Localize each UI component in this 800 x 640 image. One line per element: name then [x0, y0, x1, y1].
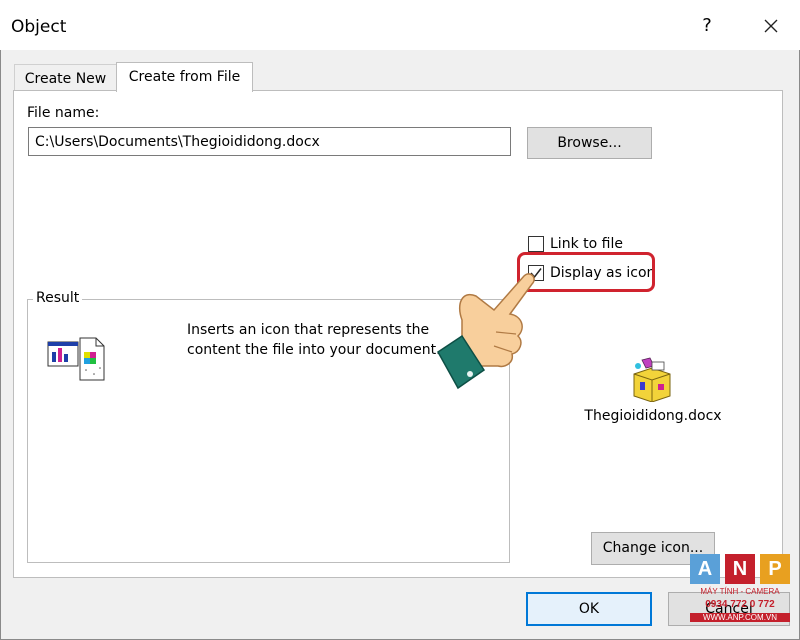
link-to-file-checkbox[interactable]	[528, 236, 544, 252]
anp-watermark-logo: A N P MÁY TÍNH - CAMERA 0934 772 0 772 W…	[690, 554, 790, 630]
pointing-hand-icon	[432, 270, 542, 404]
dialog-title: Object	[11, 17, 67, 37]
file-name-input[interactable]	[28, 127, 511, 156]
close-button[interactable]	[756, 11, 786, 41]
file-name-label: File name:	[27, 105, 100, 121]
close-icon	[764, 19, 778, 33]
link-to-file-label[interactable]: Link to file	[550, 236, 623, 252]
watermark-phone: 0934 772 0 772	[705, 599, 775, 610]
watermark-tagline: MÁY TÍNH - CAMERA	[700, 587, 780, 596]
help-button[interactable]: ?	[694, 11, 720, 41]
watermark-letter-a: A	[690, 554, 720, 584]
tab-create-from-file[interactable]: Create from File	[116, 62, 253, 92]
tab-create-new[interactable]: Create New	[14, 64, 117, 91]
watermark-site: WWW.ANP.COM.VN	[690, 613, 790, 622]
file-package-icon	[628, 356, 674, 406]
icon-filename-label: Thegioididong.docx	[584, 408, 722, 424]
ok-button[interactable]: OK	[526, 592, 652, 626]
browse-button[interactable]: Browse...	[527, 127, 652, 159]
title-bar	[0, 0, 800, 50]
watermark-letter-n: N	[725, 554, 755, 584]
result-legend: Result	[33, 290, 83, 306]
watermark-letter-p: P	[760, 554, 790, 584]
embedded-object-icon	[46, 334, 106, 386]
